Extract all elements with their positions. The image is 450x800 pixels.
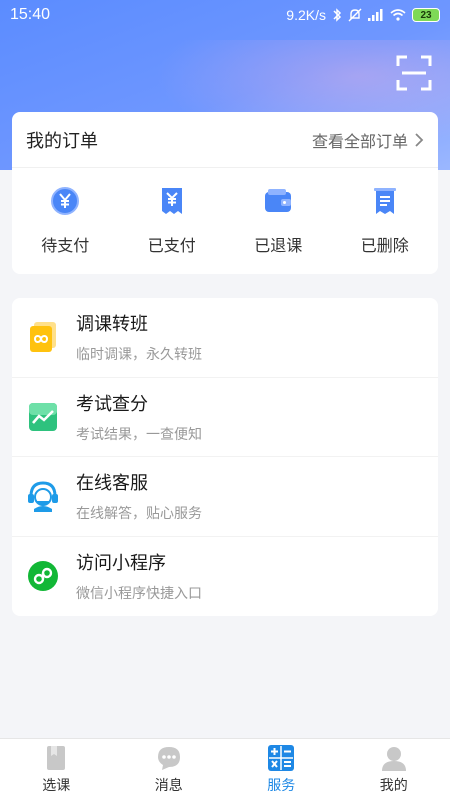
service-subtitle: 临时调课，永久转班 (76, 347, 202, 364)
order-refunded[interactable]: 已退课 (225, 168, 332, 274)
chevron-right-icon (415, 132, 424, 147)
service-title: 在线客服 (76, 473, 148, 495)
service-subtitle: 考试结果，一查便知 (76, 426, 202, 443)
view-all-orders-label: 查看全部订单 (311, 131, 408, 151)
nav-label: 选课 (42, 778, 71, 794)
order-pending-payment[interactable]: 待支付 (12, 168, 119, 274)
network-speed: 9.2K/s (286, 7, 326, 23)
scan-icon (396, 55, 432, 91)
signal-icon (368, 9, 384, 21)
calculator-icon (268, 745, 295, 771)
order-pending-label: 待支付 (41, 236, 90, 255)
orders-header: 我的订单 查看全部订单 (12, 112, 438, 168)
infinity-icon (30, 322, 56, 353)
nav-label: 我的 (379, 778, 408, 794)
headset-agent-icon (28, 481, 58, 513)
order-deleted[interactable]: 已删除 (332, 168, 439, 274)
status-time: 15:40 (10, 6, 51, 23)
service-subtitle: 在线解答，贴心服务 (76, 506, 202, 523)
mute-bell-icon (348, 8, 362, 22)
bluetooth-icon (332, 8, 342, 22)
nav-tab-courses[interactable]: 选课 (0, 739, 113, 800)
service-reschedule[interactable]: 调课转班 临时调课，永久转班 (12, 298, 438, 378)
orders-card: 我的订单 查看全部订单 待支付 已支付 已退课 已删除 (12, 112, 438, 274)
nav-tab-services[interactable]: 服务 (225, 739, 338, 800)
wifi-icon (390, 9, 406, 21)
order-paid-label: 已支付 (147, 236, 196, 255)
book-icon (47, 746, 66, 770)
orders-title: 我的订单 (26, 130, 98, 152)
bottom-nav: 选课 消息 服务 我的 (0, 738, 450, 800)
service-subtitle: 微信小程序快捷入口 (76, 586, 202, 603)
service-mini-program[interactable]: 访问小程序 微信小程序快捷入口 (12, 537, 438, 617)
status-indicators: 9.2K/s 23 (286, 7, 440, 23)
service-exam-score[interactable]: 考试查分 考试结果，一查便知 (12, 378, 438, 457)
battery-indicator: 23 (412, 8, 440, 22)
nav-tab-messages[interactable]: 消息 (113, 739, 226, 800)
service-title: 考试查分 (76, 393, 148, 415)
chat-bubble-icon (157, 747, 180, 770)
service-customer-support[interactable]: 在线客服 在线解答，贴心服务 (12, 457, 438, 537)
yen-coin-icon (51, 187, 80, 215)
nav-tab-profile[interactable]: 我的 (338, 739, 450, 800)
order-paid[interactable]: 已支付 (119, 168, 226, 274)
nav-label: 服务 (267, 778, 296, 794)
service-title: 访问小程序 (76, 553, 166, 575)
services-card: 调课转班 临时调课，永久转班 考试查分 考试结果，一查便知 在线客服 在线解答，… (12, 298, 438, 616)
service-title: 调课转班 (76, 314, 148, 336)
order-status-row: 待支付 已支付 已退课 已删除 (12, 168, 438, 274)
order-refunded-label: 已退课 (254, 236, 303, 255)
status-bar: 15:40 9.2K/s 23 (0, 0, 450, 30)
list-receipt-icon (373, 188, 396, 214)
scan-button[interactable] (396, 55, 432, 91)
yen-receipt-icon (161, 188, 182, 214)
user-profile-icon (381, 747, 406, 771)
mini-program-icon (28, 561, 58, 592)
order-deleted-label: 已删除 (360, 236, 409, 255)
view-all-orders-link[interactable]: 查看全部订单 (312, 128, 424, 152)
wallet-icon (265, 189, 292, 212)
nav-label: 消息 (154, 778, 183, 794)
trend-chart-icon (29, 402, 57, 431)
